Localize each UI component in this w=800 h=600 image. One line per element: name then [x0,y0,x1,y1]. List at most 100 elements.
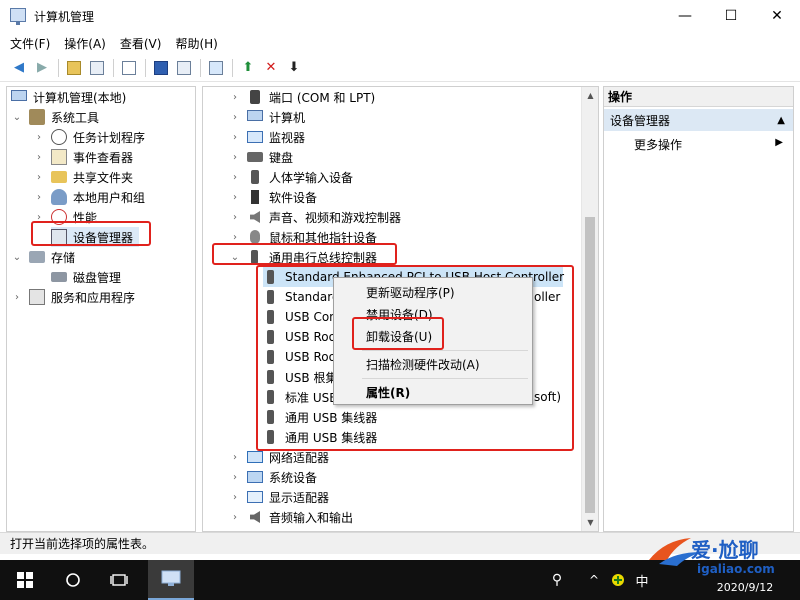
collapse-up-icon[interactable]: ▲ [777,115,785,126]
usb-device-row[interactable]: 标准 USB [263,387,337,407]
submenu-arrow-icon[interactable]: ▶ [775,137,783,148]
chevron-right-icon[interactable]: › [229,212,241,223]
menu-view[interactable]: 查看(V) [120,35,162,52]
view-icon[interactable] [175,59,193,77]
more-actions-item[interactable]: 更多操作 [634,136,682,153]
forward-arrow-icon[interactable]: ▶ [33,59,51,77]
vertical-scrollbar[interactable]: ▲ ▼ [581,87,598,531]
display-adapter-icon [247,491,263,503]
tree-item-storage[interactable]: ⌄ 存储 [11,247,75,267]
tools-icon [29,109,45,125]
tree-item-event-viewer[interactable]: › 事件查看器 [33,147,133,167]
device-category-mice[interactable]: › 鼠标和其他指针设备 [229,227,377,247]
chevron-right-icon[interactable]: › [229,192,241,203]
context-uninstall-device[interactable]: 卸载设备(U) [366,328,432,345]
tree-item-shared-folders[interactable]: › 共享文件夹 [33,167,133,187]
toolbar: ◀ ▶ ⬆ ✕ ⬇ [0,54,800,82]
chevron-right-icon[interactable]: › [229,472,241,483]
chevron-right-icon[interactable]: › [229,132,241,143]
chevron-right-icon[interactable]: › [33,192,45,203]
back-arrow-icon[interactable]: ◀ [10,59,28,77]
minimize-button[interactable]: — [662,0,708,32]
chevron-right-icon[interactable]: › [229,232,241,243]
chevron-right-icon[interactable]: › [229,112,241,123]
tree-item-local-users[interactable]: › 本地用户和组 [33,187,145,207]
system-device-icon [247,471,263,483]
menu-help[interactable]: 帮助(H) [175,35,217,52]
scroll-thumb[interactable] [585,217,595,513]
device-category-sound[interactable]: › 声音、视频和游戏控制器 [229,207,401,227]
device-category-hid[interactable]: › 人体学输入设备 [229,167,353,187]
scroll-down-icon[interactable]: ▼ [582,514,598,531]
device-category-keyboards[interactable]: › 键盘 [229,147,293,167]
tree-item-services-apps[interactable]: › 服务和应用程序 [11,287,135,307]
usb-device-row[interactable]: USB 根集 [263,367,337,387]
scroll-up-icon[interactable]: ▲ [582,87,598,104]
usb-device-row[interactable]: USB Con [263,307,337,327]
chevron-right-icon[interactable]: › [229,172,241,183]
people-icon[interactable]: ⚲ [545,560,569,600]
menu-file[interactable]: 文件(F) [10,35,50,52]
chevron-right-icon[interactable]: › [33,152,45,163]
tree-item-performance[interactable]: › 性能 [33,207,97,227]
chevron-right-icon[interactable]: › [229,92,241,103]
context-update-driver[interactable]: 更新驱动程序(P) [366,284,455,301]
help-icon[interactable] [152,59,170,77]
usb-device-row[interactable]: USB Roo [263,347,336,367]
tree-item-disk-management[interactable]: 磁盘管理 [51,267,121,287]
menu-action[interactable]: 操作(A) [64,35,106,52]
device-category-display[interactable]: › 显示适配器 [229,487,329,507]
tree-item-root[interactable]: 计算机管理(本地) [11,87,126,107]
windows-start-icon[interactable] [10,560,40,600]
usb-device-row[interactable]: 通用 USB 集线器 [263,407,377,427]
chevron-right-icon[interactable]: › [229,492,241,503]
device-category-audio-io[interactable]: › 音频输入和输出 [229,507,353,527]
chevron-right-icon[interactable]: › [11,292,23,303]
tree-item-device-manager[interactable]: 设备管理器 [51,227,140,247]
tree-label: 共享文件夹 [73,170,134,185]
usb-device-row[interactable]: 通用 USB 集线器 [263,427,377,447]
context-disable-device[interactable]: 禁用设备(D) [366,306,433,323]
usb-device-row[interactable]: Standard [263,287,340,307]
computer-management-taskbar-button[interactable] [148,560,194,600]
chevron-down-icon[interactable]: ⌄ [11,252,23,263]
device-category-software[interactable]: › 软件设备 [229,187,317,207]
context-scan-hardware[interactable]: 扫描检测硬件改动(A) [366,356,480,373]
device-category-computer[interactable]: › 计算机 [229,107,305,127]
chevron-right-icon[interactable]: › [33,212,45,223]
update-driver-icon[interactable]: ⬆ [239,59,257,77]
device-category-system[interactable]: › 系统设备 [229,467,317,487]
usb-device-row[interactable]: USB Roo [263,327,336,347]
scan-download-icon[interactable]: ⬇ [285,59,303,77]
uninstall-icon[interactable]: ✕ [262,59,280,77]
device-category-monitors[interactable]: › 监视器 [229,127,305,147]
chevron-right-icon[interactable]: › [229,152,241,163]
context-properties[interactable]: 属性(R) [366,384,410,401]
chevron-right-icon[interactable]: › [33,172,45,183]
device-category-network[interactable]: › 网络适配器 [229,447,329,467]
actions-section-device-manager[interactable]: 设备管理器 ▲ [604,109,793,131]
properties-icon[interactable] [120,59,138,77]
tree-label: 系统工具 [51,110,100,125]
actions-section-label: 设备管理器 [610,113,671,128]
chevron-right-icon[interactable]: › [229,452,241,463]
maximize-button[interactable]: ☐ [708,0,754,32]
security-shield-icon[interactable] [606,560,630,600]
chevron-right-icon[interactable]: › [33,132,45,143]
up-folder-icon[interactable] [65,59,83,77]
chevron-right-icon[interactable]: › [229,512,241,523]
task-view-icon[interactable] [104,560,134,600]
toolbar-separator [113,58,114,77]
close-button[interactable]: ✕ [754,0,800,32]
chevron-down-icon[interactable]: ⌄ [229,252,241,263]
tree-item-task-scheduler[interactable]: › 任务计划程序 [33,127,145,147]
device-category-ports[interactable]: › 端口 (COM 和 LPT) [229,87,375,107]
device-category-usb[interactable]: ⌄ 通用串行总线控制器 [229,247,377,267]
tree-label: 本地用户和组 [73,190,146,205]
chevron-up-icon[interactable]: ^ [582,560,606,600]
chevron-down-icon[interactable]: ⌄ [11,112,23,123]
show-tree-icon[interactable] [88,59,106,77]
tree-item-system-tools[interactable]: ⌄ 系统工具 [11,107,99,127]
monitor-icon[interactable] [207,59,225,77]
search-circle-icon[interactable] [58,560,88,600]
